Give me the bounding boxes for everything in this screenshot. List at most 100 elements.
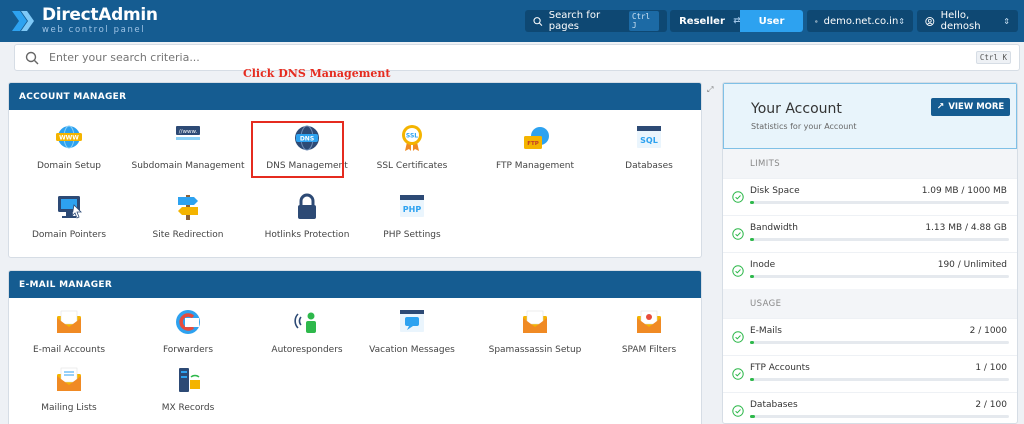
tile-domain-setup[interactable]: WWW Domain Setup (11, 124, 127, 172)
view-more-button[interactable]: ↗ VIEW MORE (931, 98, 1010, 116)
check-circle-icon (732, 331, 744, 343)
www-globe-icon: WWW (56, 125, 82, 149)
php-window-icon: PHP (400, 195, 424, 217)
tile-label: Subdomain Management (131, 161, 245, 171)
domain-selector[interactable]: demo.net.co.in ⇕ (807, 10, 913, 32)
tile-forwarders[interactable]: Forwarders (130, 308, 246, 356)
role-user-option[interactable]: User (740, 10, 803, 32)
search-input[interactable] (49, 51, 649, 64)
check-circle-icon (732, 368, 744, 380)
tile-hotlinks-protection[interactable]: Hotlinks Protection (249, 193, 365, 241)
role-reseller-option[interactable]: Reseller (670, 10, 734, 32)
tile-ftp-management[interactable]: FTP FTP Management (477, 124, 593, 172)
padlock-icon (298, 193, 316, 219)
search-shortcut: Ctrl K (975, 51, 1011, 64)
tile-php-settings[interactable]: PHP PHP Settings (354, 193, 470, 241)
user-menu[interactable]: Hello, demosh ⇕ (917, 10, 1018, 32)
ftp-folder-icon: FTP (524, 127, 549, 149)
view-more-label: VIEW MORE (948, 102, 1005, 112)
tile-subdomain-management[interactable]: //www. Subdomain Management (130, 124, 246, 172)
role-switch[interactable]: Reseller ⇄ User (670, 10, 803, 32)
svg-text:SSL: SSL (406, 133, 418, 140)
svg-text:WWW: WWW (59, 135, 79, 142)
logo-subtitle: web control panel (42, 25, 146, 36)
mx-records-icon (179, 368, 200, 392)
monitor-pointer-icon (58, 196, 82, 219)
search-pages-button[interactable]: Search for pages Ctrl J (525, 10, 667, 32)
tile-email-accounts[interactable]: E-mail Accounts (11, 308, 127, 356)
stat-value: 190 / Unlimited (937, 260, 1007, 270)
tile-label: MX Records (161, 403, 215, 413)
envelope-icon (57, 310, 81, 333)
stat-progress-fill (750, 341, 754, 344)
stat-value: 1.13 MB / 4.88 GB (925, 223, 1007, 233)
check-circle-icon (732, 405, 744, 417)
stat-row: Bandwidth 1.13 MB / 4.88 GB (723, 215, 1017, 252)
stat-row: Databases 2 / 100 (723, 392, 1017, 423)
expand-icon[interactable]: ⤢ (707, 85, 713, 95)
account-subtitle: Statistics for your Account (751, 122, 857, 131)
stat-progress-fill (750, 415, 756, 418)
email-manager-title: E-MAIL MANAGER (9, 271, 701, 298)
tile-label: Mailing Lists (41, 403, 97, 413)
stat-progress-bar (750, 341, 1009, 344)
tile-spamassassin-setup[interactable]: Spamassassin Setup (477, 308, 593, 356)
autoresponder-icon (294, 312, 316, 333)
tile-label: Vacation Messages (369, 345, 455, 355)
stat-row: FTP Accounts 1 / 100 (723, 355, 1017, 392)
tile-label: Hotlinks Protection (264, 230, 350, 240)
stat-row: Inode 190 / Unlimited (723, 252, 1017, 289)
tile-mx-records[interactable]: MX Records (130, 366, 246, 414)
logo[interactable]: DirectAdmin web control panel (10, 6, 158, 36)
spam-envelope-icon (523, 310, 547, 333)
spam-filter-icon (637, 310, 661, 333)
svg-text:FTP: FTP (527, 141, 539, 147)
stat-progress-bar (750, 201, 1009, 204)
stat-value: 1 / 100 (975, 363, 1007, 373)
search-pages-label: Search for pages (548, 10, 601, 32)
dns-management-highlight (251, 121, 344, 178)
tile-label: Domain Pointers (31, 230, 107, 240)
check-circle-icon (732, 191, 744, 203)
user-greeting: Hello, demosh (940, 10, 981, 32)
stat-label: FTP Accounts (750, 363, 810, 373)
tile-site-redirection[interactable]: Site Redirection (130, 193, 246, 241)
stat-progress-fill (750, 378, 754, 381)
tile-label: SSL Certificates (376, 161, 448, 171)
email-manager-panel: E-MAIL MANAGER E-mail Accounts Forwarder… (8, 270, 702, 424)
stat-progress-fill (750, 238, 754, 241)
search-bar: Ctrl K (14, 44, 1020, 71)
account-manager-panel: ACCOUNT MANAGER WWW Domain Setup //www. … (8, 82, 702, 258)
tile-label: Autoresponders (271, 345, 343, 355)
stat-row: Disk Space 1.09 MB / 1000 MB (723, 178, 1017, 215)
tile-databases[interactable]: SQL Databases (591, 124, 701, 172)
tile-label: FTP Management (495, 161, 575, 171)
directadmin-logo-icon (12, 11, 34, 31)
forward-icon (176, 310, 200, 334)
stat-label: Bandwidth (750, 223, 798, 233)
vacation-chat-icon (400, 310, 424, 332)
sql-window-icon: SQL (637, 126, 661, 148)
stat-label: E-Mails (750, 326, 782, 336)
stat-label: Databases (750, 400, 798, 410)
domain-name: demo.net.co.in (823, 15, 899, 27)
account-manager-title: ACCOUNT MANAGER (9, 83, 701, 110)
stat-value: 2 / 1000 (969, 326, 1007, 336)
tile-mailing-lists[interactable]: Mailing Lists (11, 366, 127, 414)
ssl-badge-icon: SSL (402, 125, 422, 151)
tile-spam-filters[interactable]: SPAM Filters (591, 308, 701, 356)
stat-progress-bar (750, 415, 1009, 418)
check-circle-icon (732, 228, 744, 240)
search-pages-shortcut: Ctrl J (628, 11, 659, 31)
stat-row: E-Mails 2 / 1000 (723, 318, 1017, 355)
tile-autoresponders[interactable]: Autoresponders (249, 308, 365, 356)
www-bar-icon: //www. (176, 126, 200, 140)
logo-title: DirectAdmin (42, 5, 158, 26)
tile-domain-pointers[interactable]: Domain Pointers (11, 193, 127, 241)
stat-progress-bar (750, 275, 1009, 278)
tile-ssl-certificates[interactable]: SSL SSL Certificates (354, 124, 470, 172)
stat-progress-fill (750, 201, 754, 204)
tile-vacation-messages[interactable]: Vacation Messages (354, 308, 470, 356)
svg-text:PHP: PHP (403, 205, 422, 214)
signpost-icon (178, 195, 198, 220)
